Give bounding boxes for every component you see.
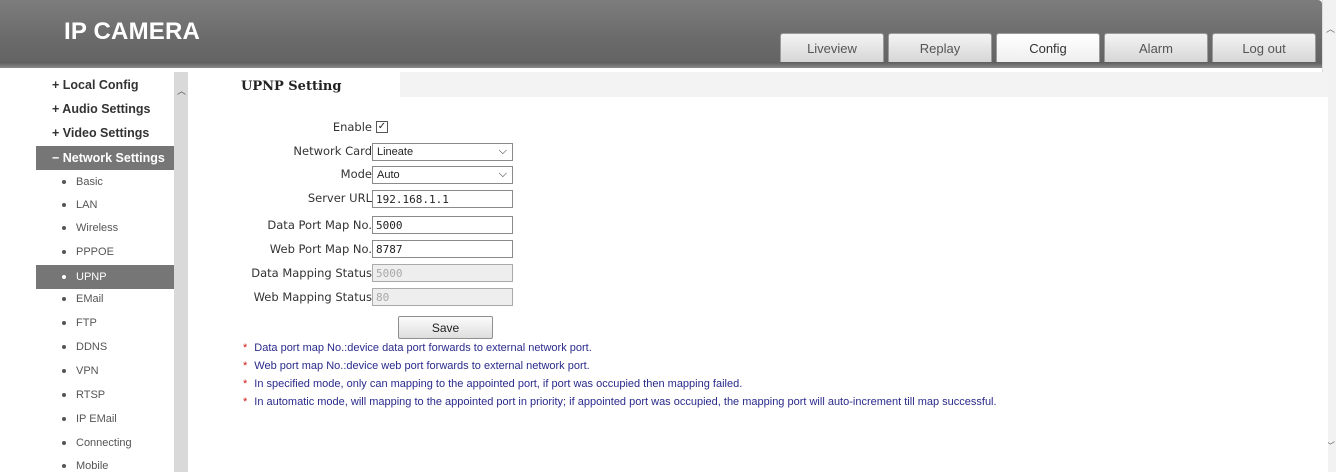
bullet-icon <box>62 369 66 373</box>
app-header: IP CAMERA Liveview Replay Config Alarm L… <box>0 0 1322 68</box>
chevron-down-icon: ⌵ <box>498 145 507 157</box>
bullet-icon <box>62 464 66 468</box>
sidebar-item-pppoe[interactable]: PPPOE <box>62 246 114 258</box>
tab-upnp-setting[interactable]: UPNP Setting <box>188 72 400 98</box>
enable-label: Enable <box>332 120 372 134</box>
bullet-icon <box>62 441 66 445</box>
tab-logout[interactable]: Log out <box>1212 33 1316 62</box>
data-port-map-label: Data Port Map No. <box>267 218 372 232</box>
note-item: * In automatic mode, will mapping to the … <box>243 396 997 408</box>
bullet-icon <box>62 393 66 397</box>
note-item: * Web port map No.:device web port forwar… <box>243 360 590 372</box>
note-item: * In specified mode, only can mapping to … <box>243 378 743 390</box>
note-item: * Data port map No.:device data port forw… <box>243 342 592 354</box>
sidebar-group-network-settings[interactable]: − Network Settings <box>36 146 174 170</box>
save-button[interactable]: Save <box>398 316 493 339</box>
sidebar-item-mobile[interactable]: Mobile <box>62 460 108 472</box>
app-title: IP CAMERA <box>64 18 201 45</box>
bullet-icon <box>62 297 66 301</box>
main-tabs: Liveview Replay Config Alarm Log out <box>780 33 1320 62</box>
sidebar-item-wireless[interactable]: Wireless <box>62 222 118 234</box>
sidebar-item-email[interactable]: EMail <box>62 293 104 305</box>
sidebar-item-lan[interactable]: LAN <box>62 199 97 211</box>
web-mapping-status-field: 80 <box>372 288 513 306</box>
bullet-icon <box>62 417 66 421</box>
bullet-icon <box>62 345 66 349</box>
web-mapping-status-label: Web Mapping Status <box>253 290 372 304</box>
server-url-label: Server URL <box>307 191 372 205</box>
server-url-input[interactable]: 192.168.1.1 <box>372 190 513 208</box>
bullet-icon <box>62 250 66 254</box>
web-port-map-label: Web Port Map No. <box>269 242 372 256</box>
sidebar-group-local-config[interactable]: + Local Config <box>52 78 138 92</box>
tab-alarm[interactable]: Alarm <box>1104 33 1208 62</box>
sidebar-group-audio-settings[interactable]: + Audio Settings <box>52 102 151 116</box>
sidebar-group-video-settings[interactable]: + Video Settings <box>52 126 149 140</box>
bullet-icon <box>62 180 66 184</box>
scroll-up-icon[interactable]: ︿ <box>1326 22 1335 35</box>
sidebar-item-upnp[interactable]: UPNP <box>36 265 174 289</box>
sidebar-item-ftp[interactable]: FTP <box>62 317 97 329</box>
tab-liveview[interactable]: Liveview <box>780 33 884 62</box>
mode-select[interactable]: Auto ⌵ <box>372 166 513 184</box>
chevron-down-icon: ⌵ <box>498 168 507 180</box>
tab-config[interactable]: Config <box>996 33 1100 62</box>
sidebar-item-ddns[interactable]: DDNS <box>62 341 107 353</box>
web-port-map-input[interactable]: 8787 <box>372 240 513 258</box>
sidebar-item-rtsp[interactable]: RTSP <box>62 389 105 401</box>
bullet-icon <box>62 226 66 230</box>
bullet-icon <box>62 203 66 207</box>
data-mapping-status-field: 5000 <box>372 264 513 282</box>
network-card-label: Network Card <box>293 144 372 158</box>
scroll-up-icon[interactable]: ︿ <box>177 84 186 97</box>
network-card-select[interactable]: Lineate ⌵ <box>372 143 513 161</box>
mode-label: Mode <box>340 167 372 181</box>
enable-checkbox[interactable]: ✓ <box>376 121 388 133</box>
sidebar-item-connecting[interactable]: Connecting <box>62 437 132 449</box>
sidebar-scrollbar[interactable]: ︿ <box>174 72 188 472</box>
bullet-icon <box>62 275 66 279</box>
sidebar-item-basic[interactable]: Basic <box>62 176 103 188</box>
sidebar-item-vpn[interactable]: VPN <box>62 365 99 377</box>
bullet-icon <box>62 321 66 325</box>
data-port-map-input[interactable]: 5000 <box>372 216 513 234</box>
sidebar-item-ip-email[interactable]: IP EMail <box>62 413 117 425</box>
data-mapping-status-label: Data Mapping Status <box>251 266 372 280</box>
checkbox-check-icon: ✓ <box>377 121 387 132</box>
tab-replay[interactable]: Replay <box>888 33 992 62</box>
sidebar: + Local Config + Audio Settings + Video … <box>36 72 174 472</box>
